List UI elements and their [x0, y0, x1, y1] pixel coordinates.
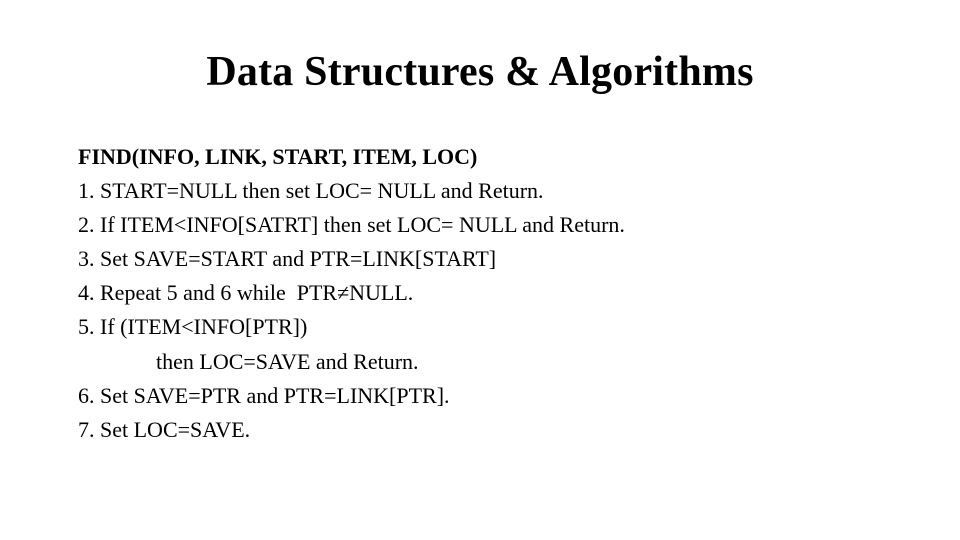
algorithm-step-5: 5. If (ITEM<INFO[PTR]) [78, 310, 898, 344]
slide: Data Structures & Algorithms FIND(INFO, … [0, 0, 960, 540]
algorithm-step-2: 2. If ITEM<INFO[SATRT] then set LOC= NUL… [78, 208, 898, 242]
algorithm-step-3: 3. Set SAVE=START and PTR=LINK[START] [78, 242, 898, 276]
algorithm-step-1: 1. START=NULL then set LOC= NULL and Ret… [78, 174, 898, 208]
algorithm-step-7: 7. Set LOC=SAVE. [78, 413, 898, 447]
algorithm-body: FIND(INFO, LINK, START, ITEM, LOC) 1. ST… [78, 140, 898, 447]
algorithm-step-4: 4. Repeat 5 and 6 while PTR≠NULL. [78, 276, 898, 310]
algorithm-step-6: 6. Set SAVE=PTR and PTR=LINK[PTR]. [78, 379, 898, 413]
page-title: Data Structures & Algorithms [0, 48, 960, 96]
algorithm-step-5-then: then LOC=SAVE and Return. [78, 345, 898, 379]
algorithm-heading: FIND(INFO, LINK, START, ITEM, LOC) [78, 140, 898, 174]
